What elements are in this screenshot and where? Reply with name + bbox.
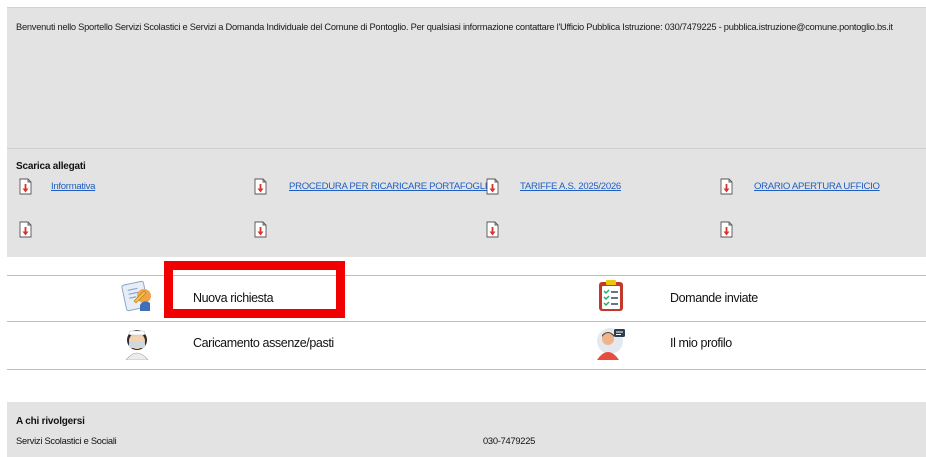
- contact-phone: 030-7479225: [483, 436, 536, 446]
- attachment-item-6[interactable]: [254, 221, 267, 238]
- attachment-item-orario[interactable]: ORARIO APERTURA UFFICIO: [720, 178, 880, 195]
- pdf-file-icon: [19, 178, 32, 195]
- attachment-item-tariffe[interactable]: TARIFFE A.S. 2025/2026: [486, 178, 621, 195]
- menu-item-new-request[interactable]: Nuova richiesta: [7, 276, 447, 321]
- attachment-item-5[interactable]: [19, 221, 32, 238]
- sent-requests-icon[interactable]: [594, 279, 628, 313]
- attachment-link-orario[interactable]: ORARIO APERTURA UFFICIO: [754, 181, 880, 192]
- pdf-file-icon[interactable]: [19, 221, 32, 238]
- info-panel: Benvenuti nello Sportello Servizi Scolas…: [7, 7, 926, 257]
- new-request-icon[interactable]: [120, 279, 154, 313]
- pdf-file-icon: [254, 178, 267, 195]
- portal-page: Benvenuti nello Sportello Servizi Scolas…: [0, 0, 926, 457]
- pdf-file-icon: [486, 178, 499, 195]
- attachment-link-tariffe[interactable]: TARIFFE A.S. 2025/2026: [520, 181, 621, 192]
- contacts-panel: A chi rivolgersi Servizi Scolastici e So…: [7, 402, 926, 457]
- menu-item-profile[interactable]: Il mio profilo: [447, 322, 926, 367]
- welcome-message: Benvenuti nello Sportello Servizi Scolas…: [16, 22, 893, 32]
- profile-icon[interactable]: [594, 326, 628, 360]
- attachments-title: Scarica allegati: [16, 161, 86, 172]
- attachment-item-procedura[interactable]: PROCEDURA PER RICARICARE PORTAFOGLIO: [254, 178, 495, 195]
- attachment-link-procedura[interactable]: PROCEDURA PER RICARICARE PORTAFOGLIO: [289, 181, 495, 192]
- attachment-item-8[interactable]: [720, 221, 733, 238]
- pdf-file-icon: [720, 178, 733, 195]
- menu-label-sent-requests[interactable]: Domande inviate: [670, 291, 758, 305]
- contacts-title: A chi rivolgersi: [16, 416, 85, 427]
- attachment-item-7[interactable]: [486, 221, 499, 238]
- menu-item-absences-meals[interactable]: Caricamento assenze/pasti: [7, 322, 447, 367]
- menu-divider-bottom: [7, 369, 926, 370]
- pdf-file-icon[interactable]: [254, 221, 267, 238]
- pdf-file-icon[interactable]: [486, 221, 499, 238]
- menu-label-profile[interactable]: Il mio profilo: [670, 336, 732, 350]
- contact-name: Servizi Scolastici e Sociali: [16, 436, 117, 446]
- menu-label-new-request[interactable]: Nuova richiesta: [193, 291, 274, 305]
- menu-item-sent-requests[interactable]: Domande inviate: [447, 276, 926, 321]
- divider: [7, 148, 926, 149]
- pdf-file-icon[interactable]: [720, 221, 733, 238]
- menu-label-absences-meals[interactable]: Caricamento assenze/pasti: [193, 336, 334, 350]
- absences-meals-icon[interactable]: [120, 326, 154, 360]
- attachment-item-informativa[interactable]: Informativa: [19, 178, 95, 195]
- attachment-link-informativa[interactable]: Informativa: [51, 181, 95, 192]
